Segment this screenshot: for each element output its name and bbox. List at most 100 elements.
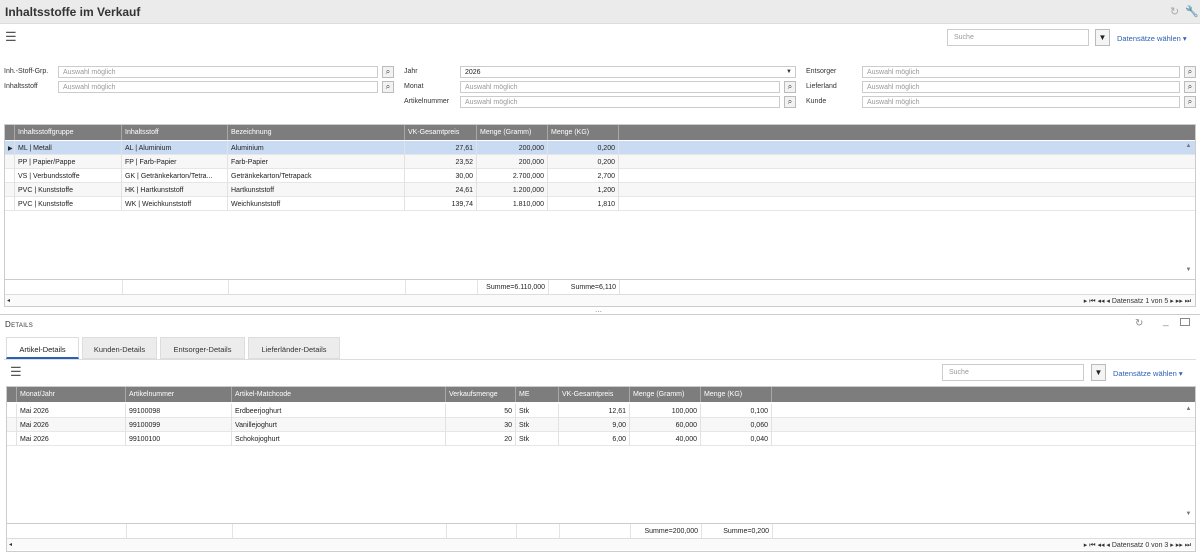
table-row[interactable]: ▶ ML | Metall AL | Aluminium Aluminium 2… (5, 141, 1195, 155)
details-dataset-select-button[interactable]: Datensätze wählen ▾ (1113, 369, 1183, 378)
table-cell: 24,61 (405, 183, 477, 197)
table-cell: PVC | Kunststoffe (15, 183, 122, 197)
lieferland-input[interactable]: Auswahl möglich (862, 81, 1180, 93)
column-header[interactable]: VK-Gesamtpreis (405, 125, 477, 140)
table-row[interactable]: Mai 2026 99100099 Vanillejoghurt 30 Stk … (7, 418, 1195, 432)
menu-icon[interactable]: ☰ (5, 30, 17, 43)
column-header[interactable]: VK-Gesamtpreis (559, 387, 630, 402)
sum-gramm: Summe=200,000 (644, 527, 698, 535)
column-header[interactable]: Menge (Gramm) (477, 125, 548, 140)
maximize-icon[interactable] (1180, 318, 1190, 326)
table-cell: 1.200,000 (477, 183, 548, 197)
minimize-icon[interactable]: _ (1163, 316, 1169, 327)
tab-kunden-details[interactable]: Kunden-Details (82, 337, 157, 359)
horizontal-scrollbar[interactable]: ◂ ▸ ⏮ ◂◂ ◂ Datensatz 1 von 5 ▸ ▸▸ ⏭ (5, 294, 1195, 306)
scroll-left-icon[interactable]: ◂ (9, 541, 12, 548)
column-header[interactable]: Monat/Jahr (17, 387, 126, 402)
current-row-icon: ▶ (5, 141, 15, 155)
divider (122, 280, 123, 294)
table-cell: Mai 2026 (17, 418, 126, 432)
search-icon[interactable]: ⌕ (1184, 81, 1196, 93)
pager[interactable]: ▸ ⏮ ◂◂ ◂ Datensatz 0 von 3 ▸ ▸▸ ⏭ (1084, 541, 1191, 550)
tab-entsorger-details[interactable]: Entsorger-Details (160, 337, 245, 359)
tab-artikel-details[interactable]: Artikel-Details (6, 337, 79, 359)
inhaltsstoff-input[interactable]: Auswahl möglich (58, 81, 378, 93)
table-cell: 0,100 (701, 404, 772, 418)
scroll-left-icon[interactable]: ◂ (7, 297, 10, 304)
divider (772, 524, 773, 538)
horizontal-scrollbar[interactable]: ◂ ▸ ⏮ ◂◂ ◂ Datensatz 0 von 3 ▸ ▸▸ ⏭ (7, 538, 1195, 550)
table-row[interactable]: PVC | Kunststoffe HK | Hartkunststoff Ha… (5, 183, 1195, 197)
table-cell: AL | Aluminium (122, 141, 228, 155)
column-header[interactable]: Menge (KG) (548, 125, 619, 140)
column-header[interactable]: Menge (Gramm) (630, 387, 701, 402)
table-cell: Getränkekarton/Tetrapack (228, 169, 405, 183)
column-header[interactable]: Menge (KG) (701, 387, 772, 402)
table-cell: 1.810,000 (477, 197, 548, 211)
table-row[interactable]: Mai 2026 99100100 Schokojoghurt 20 Stk 6… (7, 432, 1195, 446)
summary-row: Summe=200,000 Summe=0,200 (7, 523, 1195, 538)
sum-kg: Summe=0,200 (723, 527, 769, 535)
table-row[interactable]: VS | Verbundsstoffe GK | Getränkekarton/… (5, 169, 1195, 183)
label-inh-stoff-grp: Inh.-Stoff-Grp. (4, 68, 49, 75)
column-header[interactable]: Artikel-Matchcode (232, 387, 446, 402)
table-cell: 50 (446, 404, 516, 418)
search-icon[interactable]: ⌕ (1184, 96, 1196, 108)
grid-header: Inhaltsstoffgruppe Inhaltsstoff Bezeichn… (5, 125, 1195, 140)
search-input[interactable]: Suche (947, 29, 1089, 46)
label-jahr: Jahr (404, 68, 418, 75)
table-cell: FP | Farb-Papier (122, 155, 228, 169)
filter-icon[interactable]: ▼ (1091, 364, 1106, 381)
search-icon[interactable]: ⌕ (382, 81, 394, 93)
entsorger-input[interactable]: Auswahl möglich (862, 66, 1180, 78)
divider (4, 359, 1196, 360)
dataset-select-button[interactable]: Datensätze wählen ▾ (1117, 34, 1187, 43)
table-cell: 1,200 (548, 183, 619, 197)
refresh-icon[interactable]: ↻ (1135, 318, 1143, 329)
row-indicator-header (7, 387, 17, 402)
table-row[interactable]: Mai 2026 99100098 Erdbeerjoghurt 50 Stk … (7, 404, 1195, 418)
table-cell: 30,00 (405, 169, 477, 183)
tab-lieferlaender-details[interactable]: Lieferländer-Details (248, 337, 340, 359)
label-kunde: Kunde (806, 98, 827, 105)
column-header[interactable]: ME (516, 387, 559, 402)
search-icon[interactable]: ⌕ (382, 66, 394, 78)
jahr-select[interactable]: 2026 ▼ (460, 66, 796, 78)
scroll-down-icon[interactable]: ▼ (1184, 267, 1193, 273)
row-indicator (7, 418, 17, 432)
label-monat: Monat (404, 83, 424, 90)
divider (559, 524, 560, 538)
table-cell: 23,52 (405, 155, 477, 169)
search-icon[interactable]: ⌕ (1184, 66, 1196, 78)
column-header[interactable]: Inhaltsstoffgruppe (15, 125, 122, 140)
table-cell: 20 (446, 432, 516, 446)
row-indicator (7, 432, 17, 446)
table-row[interactable]: PP | Papier/Pappe FP | Farb-Papier Farb-… (5, 155, 1195, 169)
search-icon[interactable]: ⌕ (784, 96, 796, 108)
details-search-input[interactable]: Suche (942, 364, 1084, 381)
filter-icon[interactable]: ▼ (1095, 29, 1110, 46)
artikelnummer-input[interactable]: Auswahl möglich (460, 96, 780, 108)
table-row[interactable]: PVC | Kunststoffe WK | Weichkunststoff W… (5, 197, 1195, 211)
inh-stoff-grp-input[interactable]: Auswahl möglich (58, 66, 378, 78)
kunde-input[interactable]: Auswahl möglich (862, 96, 1180, 108)
search-icon[interactable]: ⌕ (784, 81, 796, 93)
pager[interactable]: ▸ ⏮ ◂◂ ◂ Datensatz 1 von 5 ▸ ▸▸ ⏭ (1084, 297, 1191, 306)
refresh-icon[interactable]: ↻ (1170, 5, 1179, 18)
column-header[interactable]: Verkaufsmenge (446, 387, 516, 402)
scroll-up-icon[interactable]: ▲ (1184, 406, 1193, 412)
menu-icon[interactable]: ☰ (10, 365, 22, 378)
main-grid: Inhaltsstoffgruppe Inhaltsstoff Bezeichn… (4, 124, 1196, 307)
scroll-up-icon[interactable]: ▲ (1184, 143, 1193, 149)
row-indicator (5, 183, 15, 197)
column-header[interactable]: Artikelnummer (126, 387, 232, 402)
table-cell: 0,200 (548, 155, 619, 169)
table-cell: Mai 2026 (17, 432, 126, 446)
scroll-down-icon[interactable]: ▼ (1184, 511, 1193, 517)
wrench-icon[interactable]: 🔧 (1185, 5, 1199, 18)
monat-input[interactable]: Auswahl möglich (460, 81, 780, 93)
table-cell: Stk (516, 432, 559, 446)
table-cell: 0,200 (548, 141, 619, 155)
column-header[interactable]: Inhaltsstoff (122, 125, 228, 140)
column-header[interactable]: Bezeichnung (228, 125, 405, 140)
